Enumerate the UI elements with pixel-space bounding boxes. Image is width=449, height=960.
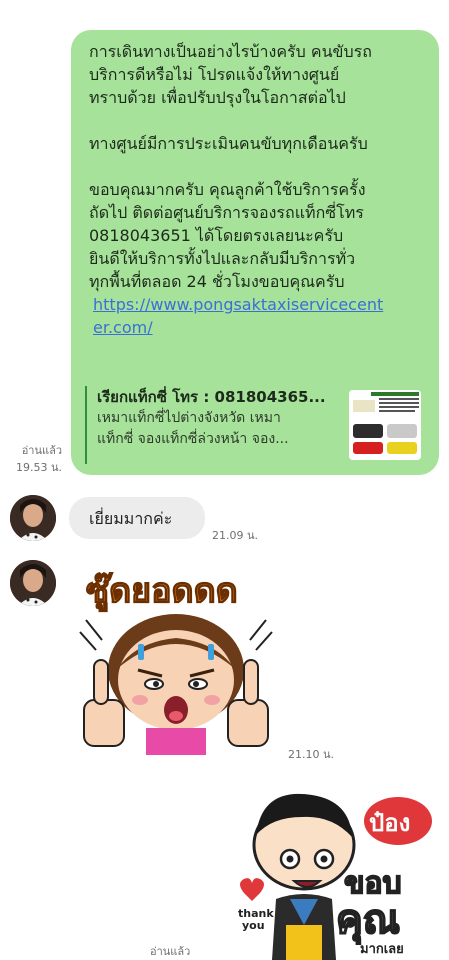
- incoming-message-bubble[interactable]: เยี่ยมมากค่ะ: [69, 497, 205, 539]
- sticker-text-mid: ขอบ: [344, 866, 402, 901]
- read-receipt: อ่านแล้ว: [21, 444, 62, 457]
- link-preview-description: เหมาแท็กซี่ไปต่างจังหวัด เหมา: [97, 410, 281, 426]
- outgoing-message-bubble[interactable]: การเดินทางเป็นอย่างไรบ้างครับ คนขับรถ บร…: [71, 30, 439, 475]
- website-link[interactable]: https://www.pongsaktaxiservicecent: [93, 293, 425, 316]
- message-line: ขอบคุณมากครับ คุณลูกค้าใช้บริการครั้ง: [89, 180, 366, 199]
- website-link-continued[interactable]: er.com/: [93, 316, 425, 339]
- sticker-text-you: you: [242, 919, 265, 932]
- message-line: บริการดีหรือไม่ โปรดแจ้งให้ทางศูนย์: [89, 65, 340, 84]
- message-time: 21.10 น.: [288, 748, 335, 761]
- link-preview-card[interactable]: เรียกแท็กซี่ โทร : 081804365... เหมาแท็ก…: [85, 386, 425, 464]
- message-line: ทุกพื้นที่ตลอด 24 ชั่วโมงขอบคุณครับ: [89, 272, 345, 291]
- message-line: 0818043651 ได้โดยตรงเลยนะครับ: [89, 226, 344, 245]
- message-line: ทางศูนย์มีการประเมินคนขับทุกเดือนครับ: [89, 134, 368, 153]
- link-preview-thumbnail: [349, 390, 421, 460]
- link-preview-title: เรียกแท็กซี่ โทร : 081804365...: [97, 388, 326, 406]
- sticker-text-top: ป๋อง: [369, 809, 410, 837]
- link-preview-description: แท็กซี่ จองแท็กซี่ล่วงหน้า จอง...: [97, 431, 289, 447]
- message-line: ถัดไป ติดต่อศูนย์บริการจองรถแท็กซี่โทร: [89, 203, 364, 222]
- contact-avatar[interactable]: [10, 560, 56, 606]
- message-line: การเดินทางเป็นอย่างไรบ้างครับ คนขับรถ: [89, 42, 372, 61]
- message-line: ยินดีให้บริการทั้งไปและกลับมีบริการทั่ว: [89, 249, 356, 268]
- message-line: ทราบด้วย เพื่อปรับปรุงในโอกาสต่อไป: [89, 88, 346, 107]
- sticker-caption: ซู๊ดยอดดด: [86, 571, 238, 612]
- contact-avatar[interactable]: [10, 495, 56, 541]
- message-time: 21.09 น.: [212, 529, 259, 542]
- sticker-text-small: มากเลย: [360, 942, 404, 957]
- incoming-sticker[interactable]: ซู๊ดยอดดด: [76, 560, 276, 755]
- incoming-message-text: เยี่ยมมากค่ะ: [89, 509, 173, 528]
- message-time: 19.53 น.: [15, 461, 62, 474]
- sticker-text-big: คุณ: [336, 897, 400, 945]
- outgoing-sticker[interactable]: ป๋อง thank you ขอบ คุณ มากเลย: [232, 775, 437, 960]
- read-receipt: อ่านแล้ว: [150, 945, 191, 958]
